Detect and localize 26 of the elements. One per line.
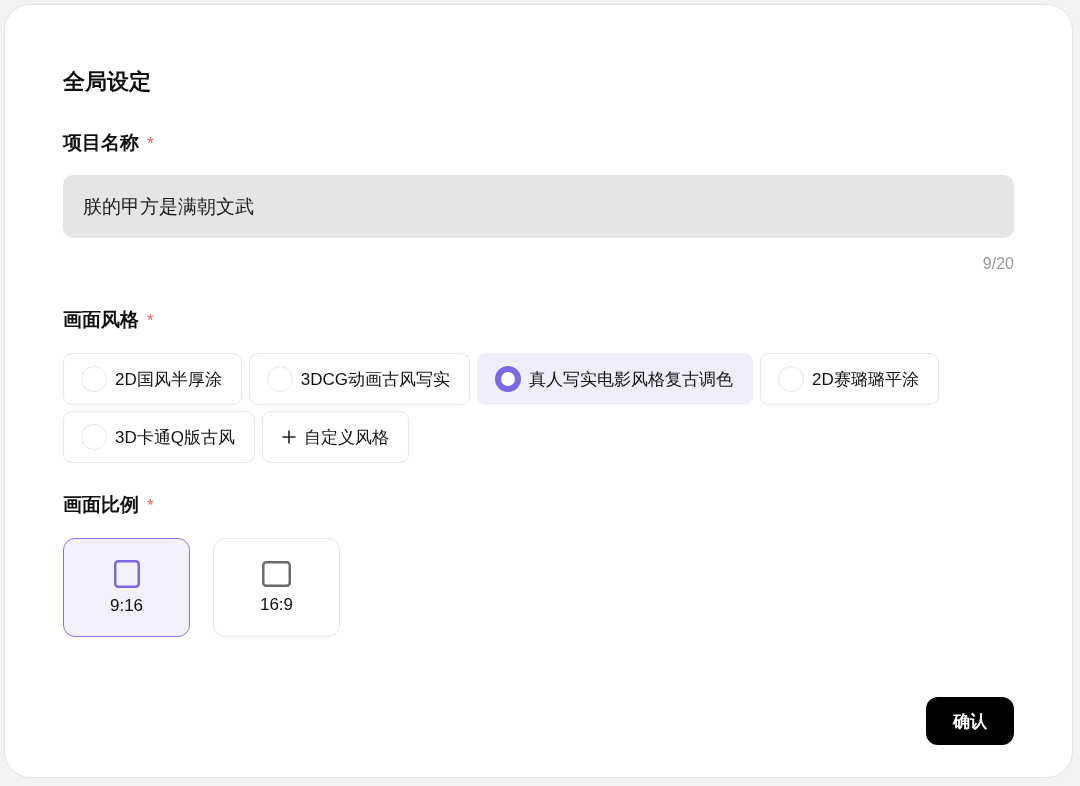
landscape-frame-icon bbox=[262, 560, 291, 587]
radio-icon bbox=[266, 366, 293, 392]
portrait-frame-icon bbox=[113, 559, 140, 588]
card-title: 全局设定 bbox=[63, 68, 151, 96]
custom-style-button[interactable]: 自定义风格 bbox=[261, 411, 409, 463]
radio-icon bbox=[494, 366, 521, 392]
radio-icon bbox=[81, 366, 107, 392]
radio-icon bbox=[777, 366, 804, 392]
style-option[interactable]: 2D赛璐璐平涂 bbox=[759, 353, 939, 405]
plus-icon bbox=[281, 430, 296, 444]
style-option[interactable]: 真人写实电影风格复古调色 bbox=[476, 353, 753, 405]
style-option[interactable]: 2D国风半厚涂 bbox=[63, 353, 242, 405]
field-label: 画面风格 bbox=[63, 308, 139, 332]
required-asterisk: * bbox=[147, 310, 154, 331]
required-asterisk: * bbox=[147, 133, 154, 154]
confirm-button[interactable]: 确认 bbox=[926, 697, 1014, 745]
radio-icon bbox=[81, 424, 107, 450]
field-label: 项目名称 bbox=[63, 131, 139, 155]
style-option[interactable]: 3D卡通Q版古风 bbox=[63, 411, 255, 463]
aspect-ratio-option[interactable]: 9:16 bbox=[63, 538, 190, 637]
field-label: 画面比例 bbox=[63, 493, 139, 517]
style-option[interactable]: 3DCG动画古风写实 bbox=[248, 353, 470, 405]
required-asterisk: * bbox=[147, 495, 154, 516]
project-name-input[interactable]: 朕的甲方是满朝文武 bbox=[63, 175, 1014, 238]
aspect-ratio-option[interactable]: 16:9 bbox=[213, 538, 340, 637]
character-counter: 9/20 bbox=[982, 254, 1014, 274]
